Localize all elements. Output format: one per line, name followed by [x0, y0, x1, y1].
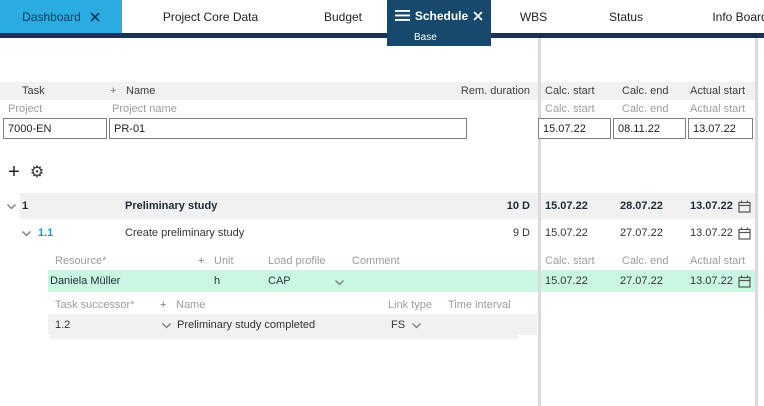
project-calc-end-field[interactable]: 08.11.22	[613, 118, 686, 139]
panel-divider	[755, 38, 758, 406]
dropdown-chevron-icon[interactable]	[410, 321, 422, 329]
successor-name-header: Name	[176, 296, 205, 314]
tab-status-label: Status	[609, 10, 643, 24]
successor-name[interactable]: Preliminary study completed	[177, 316, 315, 334]
empty-row-stub	[50, 335, 518, 339]
tab-dashboard-label: Dashboard	[22, 10, 81, 24]
task-actual-start[interactable]: 13.07.22	[690, 224, 733, 242]
resource-calc-end[interactable]: 27.07.22	[620, 272, 663, 290]
task-calc-start[interactable]: 15.07.22	[545, 197, 588, 215]
link-type-header: Link type	[388, 296, 432, 314]
resource-calc-end-header: Calc. end	[622, 252, 668, 270]
comment-header: Comment	[352, 252, 400, 270]
subheader-calc-end: Calc. end	[622, 100, 668, 118]
dropdown-chevron-icon[interactable]	[160, 321, 172, 329]
project-name-field[interactable]: PR-01	[109, 118, 467, 139]
resource-calc-start-header: Calc. start	[545, 252, 595, 270]
tab-status[interactable]: Status	[576, 0, 676, 33]
task-rem-duration[interactable]: 10 D	[507, 197, 530, 215]
resource-actual-start-header: Actual start	[690, 252, 745, 270]
task-calc-end[interactable]: 28.07.22	[620, 197, 663, 215]
column-header-rem-duration: Rem. duration	[461, 82, 530, 100]
resource-header: Resource*	[55, 252, 106, 270]
column-header-name: Name	[126, 82, 155, 100]
subheader-calc-start: Calc. start	[545, 100, 595, 118]
close-icon[interactable]	[90, 12, 100, 22]
panel-divider	[538, 38, 541, 406]
successor-wbs[interactable]: 1.2	[55, 316, 70, 334]
calendar-icon[interactable]	[737, 274, 751, 288]
task-wbs-code[interactable]: 1	[22, 197, 28, 215]
project-calc-start-field[interactable]: 15.07.22	[538, 118, 611, 139]
resource-name[interactable]: Daniela Müller	[50, 272, 120, 290]
tab-wbs-label: WBS	[520, 10, 547, 24]
column-header-calc-end: Calc. end	[622, 82, 668, 100]
tab-budget-label: Budget	[324, 10, 362, 24]
tab-schedule[interactable]: Schedule Base	[387, 0, 491, 46]
tab-project-core-data[interactable]: Project Core Data	[122, 0, 299, 33]
add-task-button[interactable]: +	[6, 162, 22, 182]
tab-bar: Dashboard Project Core Data Budget Sched…	[0, 0, 764, 33]
task-actual-start[interactable]: 13.07.22	[690, 197, 733, 215]
subheader-project-name: Project name	[112, 100, 177, 118]
settings-gear-icon[interactable]: ⚙	[28, 163, 46, 183]
task-wbs-code[interactable]: 1.1	[38, 224, 53, 242]
resource-calc-start[interactable]: 15.07.22	[545, 272, 588, 290]
calendar-icon[interactable]	[737, 226, 751, 240]
tab-wbs[interactable]: WBS	[491, 0, 576, 33]
task-calc-end[interactable]: 27.07.22	[620, 224, 663, 242]
dropdown-chevron-icon[interactable]	[333, 278, 345, 286]
task-name[interactable]: Create preliminary study	[125, 224, 244, 242]
task-successor-header: Task successor*	[55, 296, 134, 314]
resource-load-profile[interactable]: CAP	[268, 272, 291, 290]
close-icon[interactable]	[473, 11, 483, 21]
hamburger-menu-icon[interactable]	[395, 10, 410, 21]
tab-project-core-data-label: Project Core Data	[163, 10, 258, 24]
resource-unit[interactable]: h	[214, 272, 220, 290]
column-header-task: Task	[22, 82, 45, 100]
task-calc-start[interactable]: 15.07.22	[545, 224, 588, 242]
app-window: Dashboard Project Core Data Budget Sched…	[0, 0, 764, 406]
unit-header: Unit	[214, 252, 234, 270]
successor-link-type[interactable]: FS	[391, 316, 405, 334]
resource-actual-start[interactable]: 13.07.22	[690, 272, 733, 290]
load-profile-header: Load profile	[268, 252, 326, 270]
tab-schedule-label: Schedule	[415, 9, 468, 23]
calendar-icon[interactable]	[737, 199, 751, 213]
tab-schedule-sublabel: Base	[414, 32, 437, 43]
tab-bar-bottom-strip	[0, 33, 764, 38]
tab-info-board[interactable]: Info Board	[676, 0, 764, 33]
add-resource-icon[interactable]: +	[198, 252, 204, 270]
project-id-field[interactable]: 7000-EN	[3, 118, 107, 139]
tab-budget[interactable]: Budget	[299, 0, 387, 33]
project-actual-start-field[interactable]: 13.07.22	[688, 118, 753, 139]
task-rem-duration[interactable]: 9 D	[513, 224, 530, 242]
tab-info-board-label: Info Board	[712, 10, 764, 24]
column-header-calc-start: Calc. start	[545, 82, 595, 100]
task-name[interactable]: Preliminary study	[125, 197, 217, 215]
column-header-actual-start: Actual start	[690, 82, 745, 100]
tab-dashboard[interactable]: Dashboard	[0, 0, 122, 33]
time-interval-header: Time interval	[448, 296, 511, 314]
collapse-chevron-icon[interactable]	[20, 229, 32, 237]
subheader-project: Project	[8, 100, 42, 118]
add-successor-icon[interactable]: +	[160, 296, 166, 314]
subheader-actual-start: Actual start	[690, 100, 745, 118]
collapse-chevron-icon[interactable]	[5, 202, 17, 210]
add-column-icon[interactable]: +	[110, 82, 116, 100]
